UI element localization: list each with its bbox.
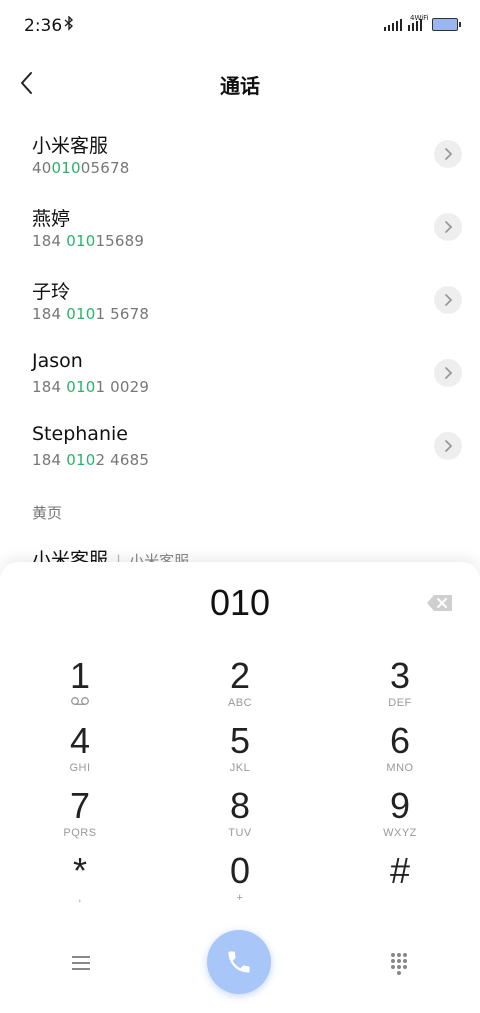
- network-label: 4WiFi: [410, 14, 429, 22]
- contact-number: 184 0101 5678: [32, 305, 150, 323]
- matched-digits: 010: [66, 305, 96, 323]
- dial-key-2[interactable]: 2 ABC: [180, 656, 300, 716]
- contact-row[interactable]: Jason 184 0101 0029: [0, 339, 480, 412]
- chevron-right-icon[interactable]: [434, 140, 462, 168]
- battery-icon: [432, 18, 461, 31]
- contact-name: Stephanie: [32, 423, 128, 445]
- dial-key-5[interactable]: 5 JKL: [180, 721, 300, 781]
- matched-digits: 010: [66, 451, 96, 469]
- cellular-signal-icon: [384, 19, 402, 31]
- dial-key-0[interactable]: 0 +: [180, 851, 300, 911]
- bluetooth-icon: [64, 15, 74, 35]
- yellow-pages-label: 黄页: [32, 504, 63, 522]
- contact-row[interactable]: 小米客服 4001005678: [0, 120, 480, 193]
- page-title: 通话: [220, 74, 260, 98]
- status-time: 2:36: [24, 16, 63, 36]
- status-bar: 2:36 4WiFi: [0, 0, 480, 52]
- header: 通话: [0, 60, 480, 108]
- contact-number: 184 0101 0029: [32, 378, 150, 396]
- dial-key-star[interactable]: * ,: [20, 851, 140, 911]
- chevron-right-icon[interactable]: [434, 213, 462, 241]
- dial-key-7[interactable]: 7 PQRS: [20, 786, 140, 846]
- dialpad-grid-icon[interactable]: [386, 950, 412, 976]
- dial-key-6[interactable]: 6 MNO: [340, 721, 460, 781]
- matched-digits: 010: [66, 378, 96, 396]
- contact-name: Jason: [32, 350, 83, 372]
- dial-key-9[interactable]: 9 WXYZ: [340, 786, 460, 846]
- backspace-icon[interactable]: [426, 594, 454, 612]
- bottom-action-bar: [0, 930, 480, 1000]
- matched-digits: 010: [51, 159, 81, 177]
- chevron-right-icon[interactable]: [434, 432, 462, 460]
- chevron-right-icon[interactable]: [434, 286, 462, 314]
- contact-name: 子玲: [32, 281, 71, 303]
- contact-row[interactable]: Stephanie 184 0102 4685: [0, 412, 480, 485]
- contact-name: 小米客服: [32, 135, 109, 157]
- contact-number: 184 0102 4685: [32, 451, 150, 469]
- dial-key-3[interactable]: 3 DEF: [340, 656, 460, 716]
- matched-digits: 010: [66, 232, 96, 250]
- call-button[interactable]: [207, 930, 271, 994]
- dial-key-4[interactable]: 4 GHI: [20, 721, 140, 781]
- chevron-right-icon[interactable]: [434, 359, 462, 387]
- contact-number: 184 01015689: [32, 232, 145, 250]
- dialed-number-display: 010: [209, 582, 271, 623]
- contact-row[interactable]: 子玲 184 0101 5678: [0, 266, 480, 339]
- contact-number: 4001005678: [32, 159, 130, 177]
- dial-key-1[interactable]: 1: [20, 656, 140, 716]
- phone-icon: [228, 951, 250, 973]
- dial-key-hash[interactable]: #: [340, 851, 460, 911]
- contact-name: 燕婷: [32, 208, 71, 230]
- dial-key-8[interactable]: 8 TUV: [180, 786, 300, 846]
- contact-row[interactable]: 燕婷 184 01015689: [0, 193, 480, 266]
- menu-icon[interactable]: [68, 952, 94, 974]
- voicemail-icon: [20, 696, 140, 710]
